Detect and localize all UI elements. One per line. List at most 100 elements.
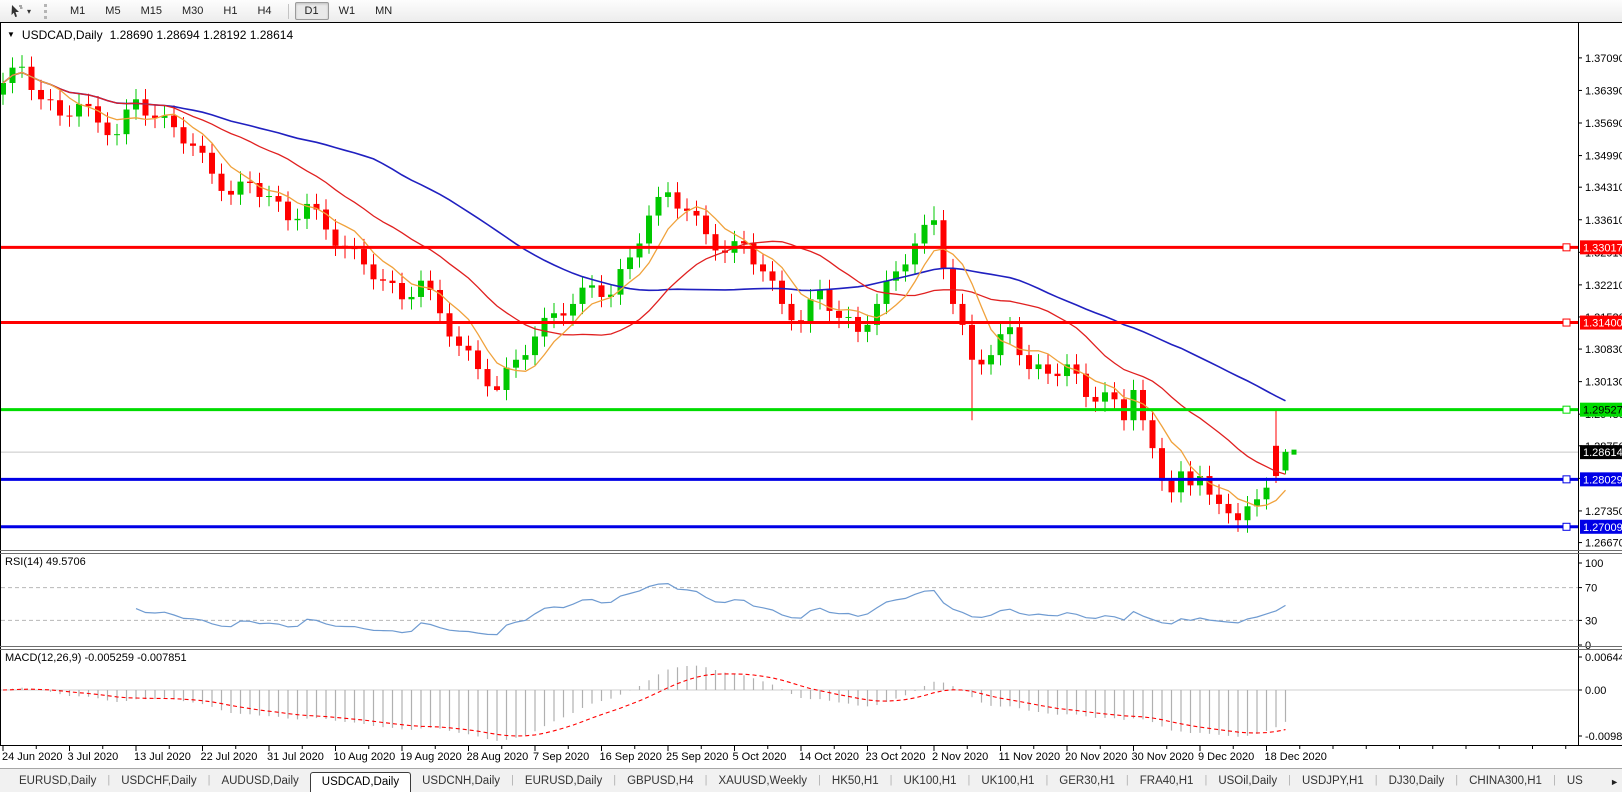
candle-body: [693, 210, 700, 216]
candle-body: [47, 99, 54, 101]
line-drag-marker[interactable]: [1562, 405, 1571, 414]
candle-body: [598, 285, 605, 297]
candle-body: [66, 115, 73, 117]
candle-body: [465, 345, 472, 351]
tab-hk50-h1[interactable]: HK50,H1: [821, 771, 890, 792]
candle-body: [475, 350, 481, 370]
current-price-label-text: 1.28614: [1583, 447, 1622, 459]
candle-body: [1282, 451, 1289, 471]
candle-body: [494, 386, 500, 390]
candle-body: [836, 310, 842, 318]
candle-body: [95, 106, 101, 123]
candle-body: [389, 280, 396, 284]
line-drag-marker[interactable]: [1562, 318, 1571, 327]
rsi-indicator-label: RSI(14) 49.5706: [5, 556, 86, 568]
candle-body: [788, 303, 795, 321]
macd-axis-label: 0.00: [1585, 685, 1606, 697]
date-label: 5 Oct 2020: [733, 751, 787, 763]
timeframe-button-w1[interactable]: W1: [329, 2, 366, 20]
candle-body: [921, 224, 928, 244]
price-tick-label: 1.34990: [1585, 151, 1622, 163]
price-tick-label: 1.35690: [1585, 118, 1622, 130]
date-label: 31 Jul 2020: [267, 751, 324, 763]
line-price-label-text: 1.27009: [1583, 522, 1622, 534]
candle-body: [855, 316, 861, 332]
tab-usdcad-daily[interactable]: USDCAD,Daily: [309, 772, 412, 792]
tab-eurusd-daily[interactable]: EURUSD,Daily: [514, 771, 613, 792]
timeframe-button-m1[interactable]: M1: [60, 2, 95, 20]
caret-down-icon: ▾: [27, 6, 32, 16]
date-label: 30 Nov 2020: [1132, 751, 1194, 763]
candle-body: [380, 279, 386, 281]
candle-body: [1111, 392, 1118, 400]
candle-body: [285, 201, 291, 221]
date-label: 3 Jul 2020: [68, 751, 119, 763]
candle-body: [76, 103, 82, 117]
date-label: 11 Nov 2020: [999, 751, 1061, 763]
candle-body: [228, 190, 234, 195]
candle-body: [361, 249, 367, 265]
candle-body: [532, 336, 538, 356]
rsi-axis-label: 70: [1585, 583, 1597, 595]
candle-body: [1168, 480, 1175, 493]
candle-body: [1244, 506, 1251, 521]
tab-us[interactable]: US: [1556, 771, 1594, 792]
date-label: 25 Sep 2020: [666, 751, 728, 763]
cursor-tool-button[interactable]: ▾: [4, 2, 36, 20]
tab-scroll-right-icon[interactable]: ►: [1610, 777, 1619, 792]
candle-body: [237, 181, 244, 195]
chart-menu-icon[interactable]: ▼: [7, 30, 15, 39]
candle-body: [418, 280, 424, 297]
timeframe-button-h4[interactable]: H4: [247, 2, 281, 20]
candle-body: [1102, 392, 1108, 402]
candle-body: [665, 192, 671, 197]
candle-body: [503, 367, 510, 390]
tab-usdjpy-h1[interactable]: USDJPY,H1: [1291, 771, 1375, 792]
chart-plot-area[interactable]: [0, 22, 1578, 745]
timeframe-button-mn[interactable]: MN: [365, 2, 402, 20]
tab-usdcnh-daily[interactable]: USDCNH,Daily: [411, 771, 511, 792]
toolbar-separator: [287, 3, 289, 19]
timeframe-buttons: M1 M5 M15 M30 H1 H4 D1 W1 MN: [60, 2, 402, 20]
candle-body: [560, 313, 567, 316]
candle-body: [1083, 373, 1089, 397]
tab-china300-h1[interactable]: CHINA300,H1: [1458, 771, 1553, 792]
tab-uk100-h1[interactable]: UK100,H1: [892, 771, 967, 792]
tab-usdchf-daily[interactable]: USDCHF,Daily: [110, 771, 207, 792]
candle-body: [551, 313, 557, 318]
candle-body: [171, 115, 177, 128]
candle-body: [266, 196, 272, 198]
candle-body: [864, 324, 871, 332]
tab-eurusd-daily[interactable]: EURUSD,Daily: [8, 771, 107, 792]
line-drag-marker[interactable]: [1562, 243, 1571, 252]
toolbar-drag-handle[interactable]: [44, 3, 50, 19]
line-drag-marker[interactable]: [1562, 475, 1571, 484]
tab-usoil-daily[interactable]: USOil,Daily: [1207, 771, 1288, 792]
tab-audusd-daily[interactable]: AUDUSD,Daily: [210, 771, 309, 792]
candle-body: [589, 285, 595, 288]
timeframe-button-m30[interactable]: M30: [172, 2, 213, 20]
candle-body: [1045, 364, 1051, 374]
line-drag-marker[interactable]: [1562, 522, 1571, 531]
timeframe-button-m15[interactable]: M15: [131, 2, 172, 20]
date-label: 10 Aug 2020: [334, 751, 396, 763]
date-label: 18 Dec 2020: [1265, 751, 1327, 763]
price-tick-label: 1.37090: [1585, 53, 1622, 65]
tab-uk100-h1[interactable]: UK100,H1: [970, 771, 1045, 792]
candle-body: [1092, 396, 1099, 402]
tab-fra40-h1[interactable]: FRA40,H1: [1129, 771, 1205, 792]
price-tick-label: 1.36390: [1585, 85, 1622, 97]
candle-body: [114, 134, 120, 136]
tab-dj30-daily[interactable]: DJ30,Daily: [1378, 771, 1456, 792]
timeframe-button-d1[interactable]: D1: [294, 2, 329, 20]
tab-xauusd-weekly[interactable]: XAUUSD,Weekly: [707, 771, 818, 792]
cursor-icon: [11, 5, 23, 17]
tab-ger30-h1[interactable]: GER30,H1: [1048, 771, 1126, 792]
candle-body: [978, 359, 985, 365]
symbol-tab-bar: EURUSD,Daily | USDCHF,Daily | AUDUSD,Daily US…: [0, 768, 1622, 792]
timeframe-button-m5[interactable]: M5: [95, 2, 130, 20]
tab-gbpusd-h4[interactable]: GBPUSD,H4: [616, 771, 704, 792]
timeframe-button-h1[interactable]: H1: [213, 2, 247, 20]
candle-body: [969, 324, 975, 360]
candle-body: [1026, 355, 1032, 370]
